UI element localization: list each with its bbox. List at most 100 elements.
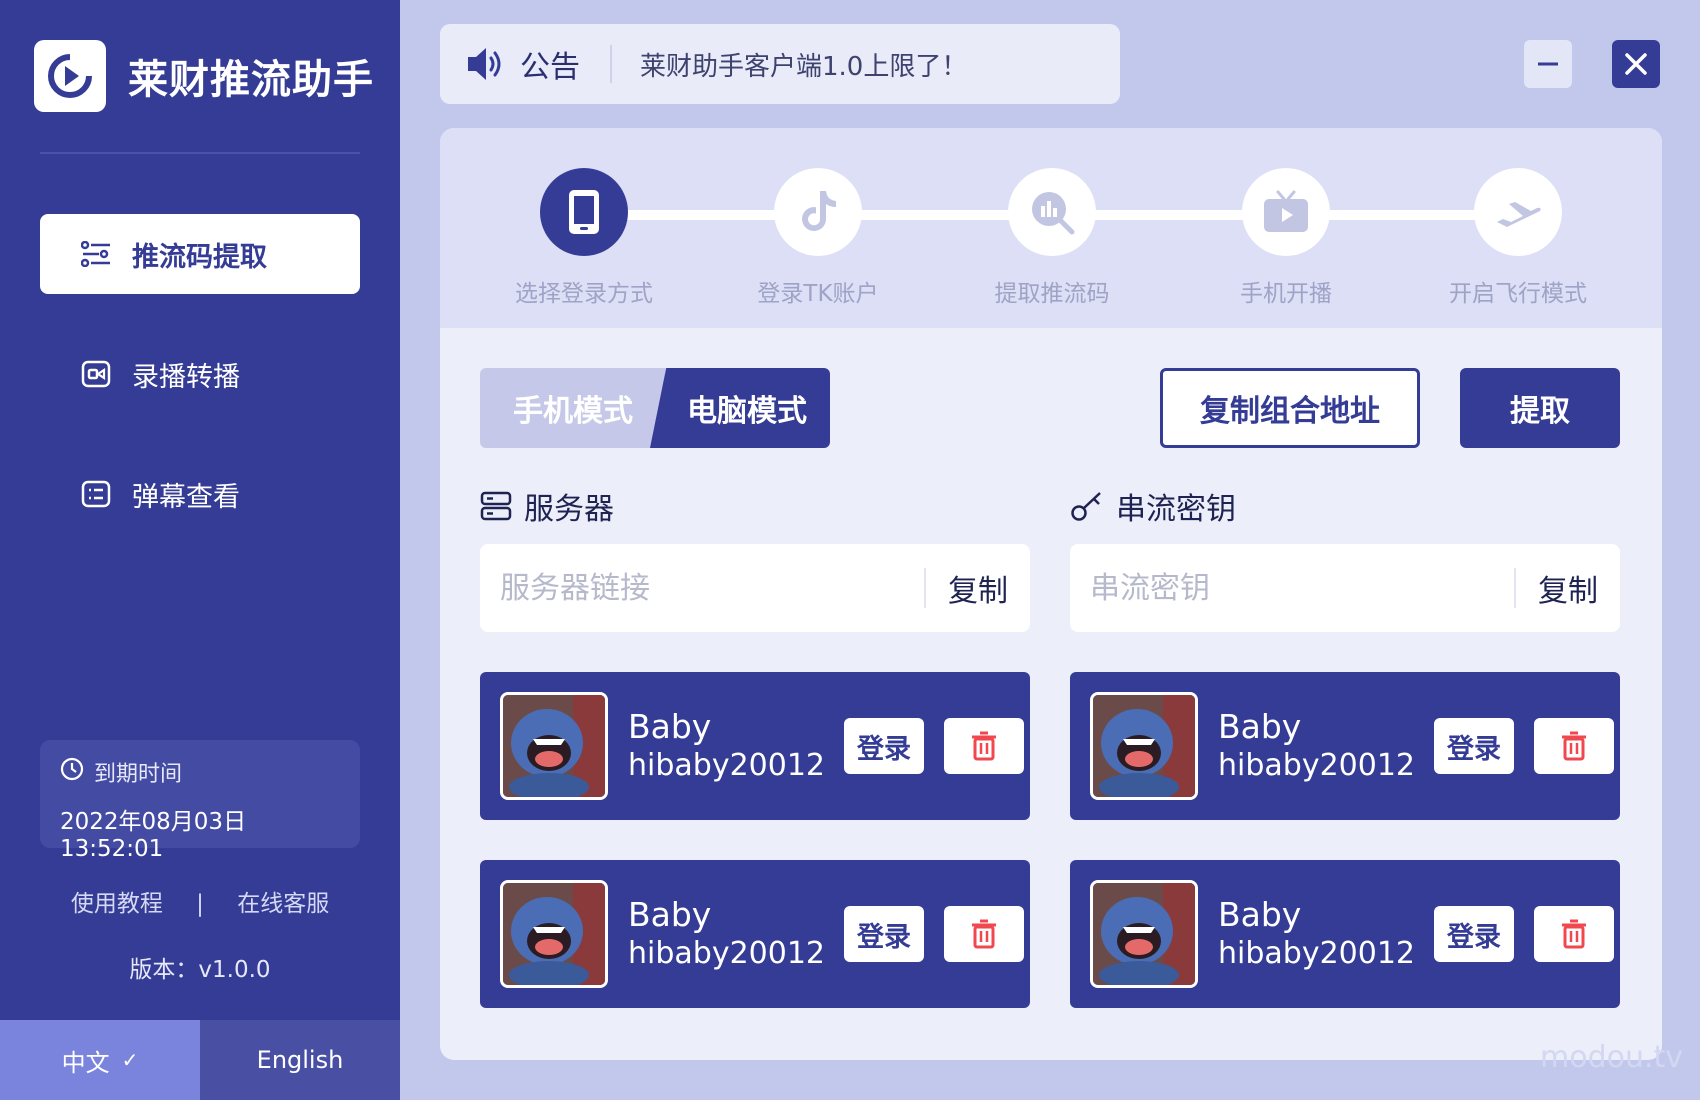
- avatar: [1090, 692, 1198, 800]
- lang-en-button[interactable]: English: [200, 1020, 400, 1100]
- phone-icon: [540, 168, 628, 256]
- airplane-icon: [1474, 168, 1562, 256]
- account-card: Baby hibaby20012 登录: [1070, 860, 1620, 1008]
- stream-key-field: 复制: [1070, 544, 1620, 632]
- tv-icon: [1242, 168, 1330, 256]
- announcement-bar: 公告 莱财助手客户端1.0上限了！: [440, 24, 1120, 104]
- account-name: Baby: [1218, 895, 1302, 934]
- announcement-text: 莱财助手客户端1.0上限了！: [640, 51, 968, 82]
- copy-stream-key-button[interactable]: 复制: [1516, 566, 1620, 610]
- watermark: modou.tv: [1540, 1040, 1684, 1075]
- step-progress: 选择登录方式 登录TK账户 提取推流码 手机开播 开启飞行模式: [440, 128, 1662, 328]
- login-button[interactable]: 登录: [1434, 718, 1514, 774]
- step-select-login: 选择登录方式: [484, 168, 684, 308]
- avatar: [1090, 880, 1198, 988]
- support-link[interactable]: 在线客服: [237, 891, 329, 917]
- nav-label: 录播转播: [132, 361, 240, 393]
- chart-search-icon: [1008, 168, 1096, 256]
- step-label: 选择登录方式: [515, 281, 653, 307]
- delete-button[interactable]: [944, 906, 1024, 962]
- announcement-label: 公告: [520, 50, 580, 85]
- settings-list-icon: [80, 238, 112, 270]
- close-button[interactable]: [1612, 40, 1660, 88]
- sidebar: 莱财推流助手 推流码提取 录播转播 弹幕查看 到期时间 2022年08月03日 …: [0, 0, 400, 1100]
- trash-icon: [1562, 731, 1586, 761]
- extract-button[interactable]: 提取: [1460, 368, 1620, 448]
- clock-icon: [60, 757, 84, 787]
- close-icon: [1625, 53, 1647, 75]
- tiktok-icon: [774, 168, 862, 256]
- nav-label: 推流码提取: [132, 241, 267, 273]
- delete-button[interactable]: [944, 718, 1024, 774]
- expiry-value: 2022年08月03日 13:52:01: [60, 809, 247, 862]
- stream-key-title: 串流密钥: [1070, 484, 1236, 528]
- account-id: hibaby20012: [1218, 936, 1416, 971]
- key-icon: [1070, 490, 1104, 522]
- tab-pc-mode[interactable]: 电脑模式: [650, 368, 830, 448]
- step-label: 提取推流码: [994, 281, 1110, 307]
- account-card: Baby hibaby20012 登录: [480, 672, 1030, 820]
- link-separator: |: [196, 891, 204, 917]
- avatar: [500, 880, 608, 988]
- server-title: 服务器: [480, 484, 614, 528]
- step-extract-key: 提取推流码: [952, 168, 1152, 308]
- server-title-text: 服务器: [524, 492, 614, 527]
- record-icon: [80, 358, 112, 390]
- version-text: 版本：v1.0.0: [129, 957, 271, 983]
- account-card: Baby hibaby20012 登录: [480, 860, 1030, 1008]
- trash-icon: [972, 731, 996, 761]
- step-airplane-mode: 开启飞行模式: [1418, 168, 1618, 308]
- minimize-button[interactable]: [1524, 40, 1572, 88]
- step-label: 登录TK账户: [757, 281, 879, 307]
- play-logo-icon: [34, 40, 106, 112]
- nav-item-stream-key[interactable]: 推流码提取: [40, 214, 360, 294]
- mode-tabs: 手机模式 电脑模式: [480, 368, 830, 448]
- copy-server-button[interactable]: 复制: [926, 566, 1030, 610]
- server-input[interactable]: [480, 544, 924, 632]
- expiry-label: 到期时间: [94, 762, 183, 787]
- account-id: hibaby20012: [628, 748, 826, 783]
- trash-icon: [1562, 919, 1586, 949]
- comment-icon: [80, 478, 112, 510]
- account-id: hibaby20012: [628, 936, 826, 971]
- divider: [40, 152, 360, 154]
- server-field: 复制: [480, 544, 1030, 632]
- app-title: 莱财推流助手: [128, 57, 374, 103]
- server-icon: [480, 491, 512, 521]
- tutorial-link[interactable]: 使用教程: [71, 891, 163, 917]
- step-phone-live: 手机开播: [1186, 168, 1386, 308]
- avatar: [500, 692, 608, 800]
- login-button[interactable]: 登录: [1434, 906, 1514, 962]
- tab-phone-mode[interactable]: 手机模式: [480, 368, 666, 448]
- nav-item-rebroadcast[interactable]: 录播转播: [40, 334, 360, 414]
- lang-zh-button[interactable]: 中文 ✓: [0, 1020, 200, 1100]
- brand: 莱财推流助手: [34, 40, 374, 112]
- lang-zh-label: 中文: [61, 1048, 110, 1077]
- delete-button[interactable]: [1534, 906, 1614, 962]
- login-button[interactable]: 登录: [844, 718, 924, 774]
- minimize-icon: [1538, 62, 1558, 66]
- speaker-icon: [466, 44, 506, 84]
- copy-combined-address-button[interactable]: 复制组合地址: [1160, 368, 1420, 448]
- delete-button[interactable]: [1534, 718, 1614, 774]
- check-icon: ✓: [121, 1048, 139, 1072]
- expiry-box: 到期时间 2022年08月03日 13:52:01: [40, 740, 360, 862]
- trash-icon: [972, 919, 996, 949]
- account-name: Baby: [1218, 707, 1302, 746]
- stream-key-title-text: 串流密钥: [1116, 492, 1236, 527]
- nav-item-danmaku[interactable]: 弹幕查看: [40, 454, 360, 534]
- nav-label: 弹幕查看: [132, 481, 240, 513]
- step-login-tk: 登录TK账户: [718, 168, 918, 308]
- account-name: Baby: [628, 895, 712, 934]
- account-card: Baby hibaby20012 登录: [1070, 672, 1620, 820]
- account-name: Baby: [628, 707, 712, 746]
- divider: [610, 45, 612, 83]
- account-id: hibaby20012: [1218, 748, 1416, 783]
- step-label: 开启飞行模式: [1449, 281, 1587, 307]
- language-switch: 中文 ✓ English: [0, 1020, 400, 1100]
- main-panel: 选择登录方式 登录TK账户 提取推流码 手机开播 开启飞行模式 手机模式 电脑模…: [440, 128, 1662, 1060]
- step-label: 手机开播: [1240, 281, 1332, 307]
- sidebar-links: 使用教程 | 在线客服: [0, 884, 400, 918]
- login-button[interactable]: 登录: [844, 906, 924, 962]
- stream-key-input[interactable]: [1070, 544, 1514, 632]
